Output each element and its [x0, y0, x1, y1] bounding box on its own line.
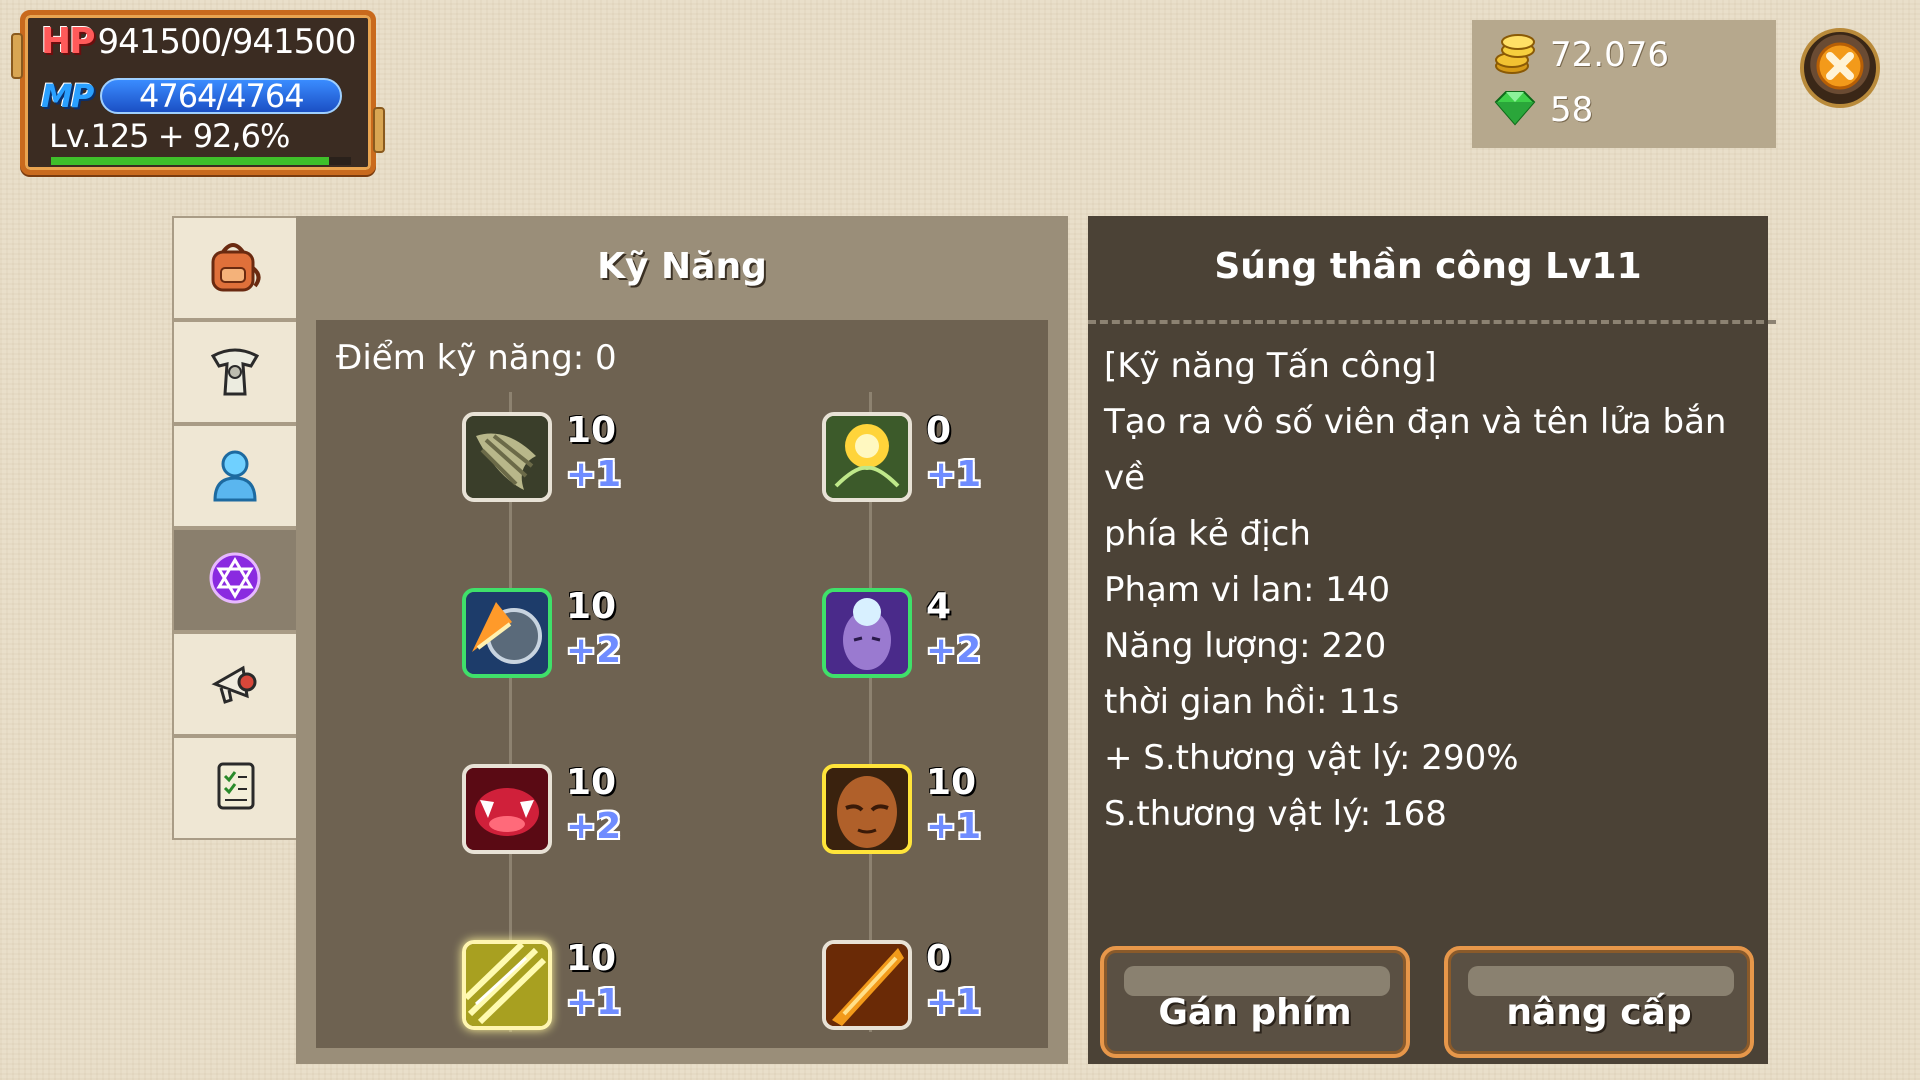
hp-value: 941500/941500: [97, 21, 357, 62]
panel-title: Kỹ Năng: [597, 246, 767, 287]
hexagram-icon: [207, 550, 263, 610]
level-text: Lv.125 + 92,6%: [49, 117, 290, 155]
horn-icon: [207, 654, 263, 714]
gold-row: 72.076: [1492, 30, 1669, 80]
skill-slot[interactable]: 0 +1: [822, 938, 1032, 1040]
mp-label: MP: [41, 77, 94, 115]
fire-slash-icon: [822, 940, 912, 1030]
stat-damage: S.thương vật lý: 168: [1104, 794, 1447, 834]
skill-level: 10: [566, 586, 617, 627]
skill-name: Súng thần công Lv11: [1214, 246, 1642, 287]
menu-tabs: [172, 216, 296, 840]
skill-slot[interactable]: 10 +1: [822, 762, 1032, 864]
spinning-blade-icon: [462, 588, 552, 678]
close-button[interactable]: [1800, 28, 1880, 108]
skill-bonus: +1: [926, 982, 982, 1023]
skill-level: 4: [926, 586, 952, 627]
backpack-icon: [205, 238, 265, 298]
skill-bonus: +1: [566, 982, 622, 1023]
gold-coins-icon: [1492, 30, 1538, 80]
exp-bar-fill: [51, 157, 329, 165]
exp-bar: [51, 157, 351, 165]
divider: [1088, 320, 1776, 324]
skill-level: 10: [566, 410, 617, 451]
fangs-icon: [462, 764, 552, 854]
description-line: phía kẻ địch: [1104, 514, 1311, 554]
skill-bonus: +1: [926, 454, 982, 495]
stat-energy: Năng lượng: 220: [1104, 626, 1387, 666]
level-row: Lv.125 + 92,6%: [49, 117, 290, 155]
assign-key-button[interactable]: Gán phím: [1100, 946, 1410, 1058]
skill-bonus: +2: [566, 630, 622, 671]
assign-key-label: Gán phím: [1158, 991, 1352, 1033]
green-gem-icon: [1492, 90, 1538, 130]
tab-character[interactable]: [172, 424, 296, 528]
skill-slot[interactable]: 10 +2: [462, 586, 672, 688]
skill-type: [Kỹ năng Tấn công]: [1104, 346, 1437, 386]
mp-row: MP 4764/4764: [41, 77, 343, 115]
skill-bonus: +1: [926, 806, 982, 847]
gem-amount: 58: [1550, 90, 1594, 130]
quest-scroll-icon: [207, 758, 263, 818]
frame-clip: [373, 107, 385, 153]
glowing-face-icon: [822, 588, 912, 678]
gem-row: 58: [1492, 90, 1593, 130]
focused-face-icon: [822, 764, 912, 854]
armor-icon: [205, 342, 265, 402]
skill-points: Điểm kỹ năng: 0: [336, 338, 617, 378]
drill-icon: [462, 412, 552, 502]
skill-level: 10: [926, 762, 977, 803]
skill-slot[interactable]: 10 +1: [462, 938, 672, 1040]
close-icon: [1816, 42, 1864, 94]
currency-panel: 72.076 58: [1472, 20, 1776, 148]
stat-damage-bonus: + S.thương vật lý: 290%: [1104, 738, 1519, 778]
skill-slot[interactable]: 10 +2: [462, 762, 672, 864]
hp-row: HP 941500/941500: [41, 21, 357, 62]
player-status-box: HP 941500/941500 MP 4764/4764 Lv.125 + 9…: [11, 10, 385, 175]
character-icon: [207, 446, 263, 506]
skill-detail-panel: Súng thần công Lv11 [Kỹ năng Tấn công] T…: [1088, 216, 1776, 1064]
skill-level: 10: [566, 938, 617, 979]
hp-label: HP: [41, 21, 95, 62]
skill-bonus: +2: [566, 806, 622, 847]
upgrade-button[interactable]: nâng cấp: [1444, 946, 1754, 1058]
frame-clip: [11, 33, 23, 79]
tab-announcements[interactable]: [172, 632, 296, 736]
skills-panel: Kỹ Năng Điểm kỹ năng: 0 10 +1 0 +1 10 +2…: [296, 216, 1068, 1064]
skill-bonus: +2: [926, 630, 982, 671]
gold-amount: 72.076: [1550, 35, 1669, 75]
tab-inventory[interactable]: [172, 216, 296, 320]
skill-level: 0: [926, 938, 952, 979]
skill-level: 10: [566, 762, 617, 803]
tab-quests[interactable]: [172, 736, 296, 840]
sun-burst-icon: [822, 412, 912, 502]
mp-bar: 4764/4764: [100, 77, 343, 115]
tab-equipment[interactable]: [172, 320, 296, 424]
description-line: Tạo ra vô số viên đạn và tên lửa bắn về: [1104, 402, 1727, 498]
upgrade-label: nâng cấp: [1506, 991, 1692, 1033]
tab-skills[interactable]: [172, 528, 296, 632]
skill-slot[interactable]: 10 +1: [462, 410, 672, 512]
skill-slot[interactable]: 0 +1: [822, 410, 1032, 512]
mp-value: 4764/4764: [138, 77, 305, 115]
skill-level: 0: [926, 410, 952, 451]
lightning-strike-icon: [462, 940, 552, 1030]
stat-cooldown: thời gian hồi: 11s: [1104, 682, 1400, 722]
skill-tree: Điểm kỹ năng: 0 10 +1 0 +1 10 +2 4 +2 10…: [316, 320, 1048, 1048]
skill-description: [Kỹ năng Tấn công] Tạo ra vô số viên đạn…: [1104, 338, 1754, 842]
skill-bonus: +1: [566, 454, 622, 495]
stat-range: Phạm vi lan: 140: [1104, 570, 1391, 610]
skill-slot[interactable]: 4 +2: [822, 586, 1032, 688]
